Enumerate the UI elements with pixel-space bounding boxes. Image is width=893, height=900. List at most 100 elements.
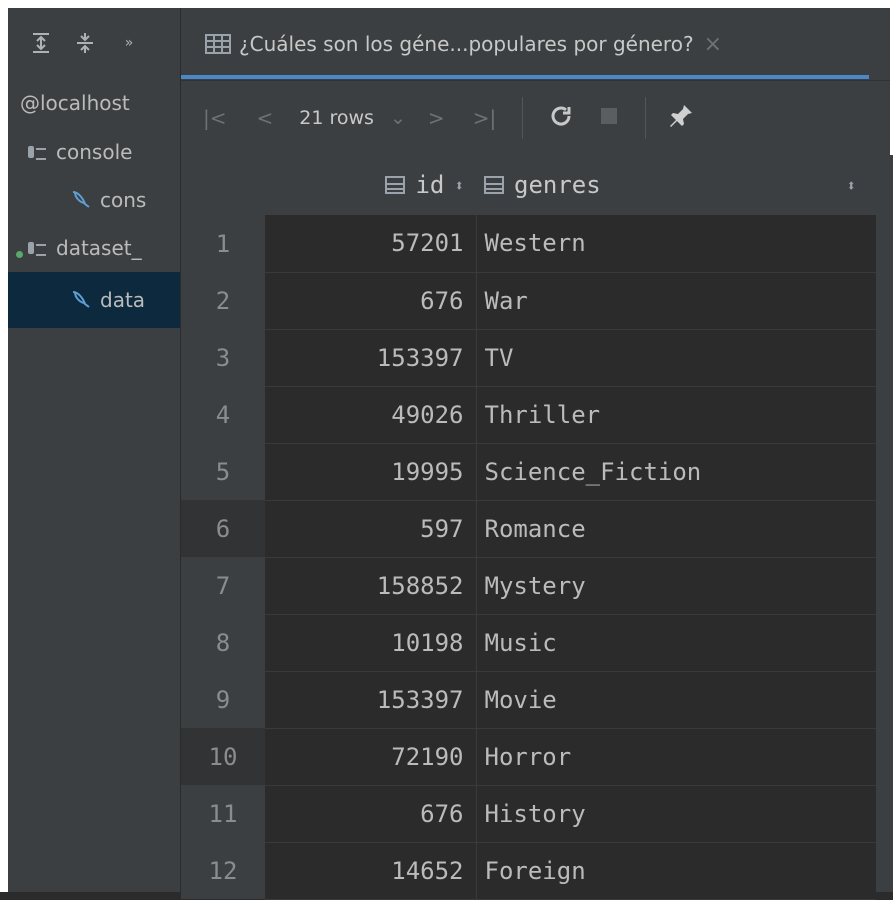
- chevron-down-icon: ⌄: [390, 107, 406, 129]
- tree-item-label: @localhost: [20, 91, 130, 115]
- table-row[interactable]: 12 14652 Foreign: [181, 842, 876, 900]
- row-number-cell[interactable]: 8: [181, 614, 265, 671]
- tree-item-localhost[interactable]: @localhost: [8, 78, 180, 128]
- genre-cell[interactable]: Thriller: [476, 386, 876, 444]
- row-number-cell[interactable]: 12: [181, 842, 265, 899]
- genre-cell[interactable]: Movie: [476, 671, 876, 729]
- connected-status-icon: [16, 251, 23, 258]
- tree-item-label: data: [100, 288, 146, 312]
- toolbar-divider: [645, 97, 647, 139]
- genre-cell[interactable]: War: [476, 272, 876, 330]
- genre-cell[interactable]: Western: [476, 215, 876, 273]
- tree-item-label: cons: [100, 188, 147, 212]
- first-page-icon[interactable]: |<: [203, 106, 227, 130]
- sort-icon[interactable]: ⬍: [454, 176, 464, 195]
- tree-item-label: dataset_: [56, 236, 142, 260]
- table-header-row: id ⬍ genres ⬍: [181, 155, 876, 215]
- row-number-cell[interactable]: 6: [181, 500, 265, 557]
- table-row[interactable]: 9 153397 Movie: [181, 671, 876, 729]
- window-frame-top: [0, 0, 893, 8]
- previous-page-icon[interactable]: <: [257, 106, 274, 130]
- column-header-label: id: [415, 171, 445, 199]
- table-row[interactable]: 1 57201 Western: [181, 215, 876, 273]
- id-cell[interactable]: 14652: [265, 842, 477, 900]
- column-header-id[interactable]: id ⬍: [265, 155, 476, 215]
- id-cell[interactable]: 57201: [265, 215, 477, 273]
- row-number-cell[interactable]: 10: [181, 728, 265, 785]
- id-cell[interactable]: 597: [265, 500, 477, 558]
- toolbar-divider: [522, 97, 524, 139]
- next-page-icon[interactable]: >: [428, 106, 445, 130]
- id-cell[interactable]: 10198: [265, 614, 477, 672]
- row-number-cell[interactable]: 4: [181, 386, 265, 443]
- tree-item-dataset-file[interactable]: data: [8, 272, 180, 328]
- column-icon: [484, 176, 504, 194]
- id-cell[interactable]: 72190: [265, 728, 477, 786]
- genre-cell[interactable]: Science_Fiction: [476, 443, 876, 501]
- project-sidebar: » @localhost console cons dataset_ data: [8, 8, 181, 892]
- id-cell[interactable]: 158852: [265, 557, 477, 615]
- active-tab-indicator: [181, 75, 869, 79]
- window-frame-left: [0, 0, 8, 892]
- row-count-dropdown[interactable]: 21 rows ⌄: [299, 107, 406, 129]
- table-row[interactable]: 5 19995 Science_Fiction: [181, 443, 876, 501]
- table-icon: [205, 34, 231, 54]
- genre-cell[interactable]: Music: [476, 614, 876, 672]
- row-number-cell[interactable]: 2: [181, 272, 265, 329]
- last-page-icon[interactable]: >|: [473, 106, 497, 130]
- row-number-cell[interactable]: 11: [181, 785, 265, 842]
- table-row[interactable]: 11 676 History: [181, 785, 876, 843]
- table-row[interactable]: 4 49026 Thriller: [181, 386, 876, 444]
- id-cell[interactable]: 676: [265, 272, 477, 330]
- tree-item-console[interactable]: console: [8, 128, 180, 176]
- row-number-cell[interactable]: 3: [181, 329, 265, 386]
- result-table: id ⬍ genres ⬍ 1 57201 Western 2 676 War 3 15339…: [181, 155, 876, 900]
- refresh-icon[interactable]: [549, 104, 573, 133]
- row-count-label: 21 rows: [299, 107, 374, 129]
- database-icon: [28, 145, 50, 160]
- genre-cell[interactable]: Foreign: [476, 842, 876, 900]
- table-row[interactable]: 7 158852 Mystery: [181, 557, 876, 615]
- column-header-label: genres: [514, 171, 601, 199]
- column-icon: [385, 176, 406, 194]
- tab-query-result[interactable]: ¿Cuáles son los géne...populares por gén…: [205, 8, 722, 80]
- row-number-cell[interactable]: 7: [181, 557, 265, 614]
- genre-cell[interactable]: History: [476, 785, 876, 843]
- column-header-genres[interactable]: genres ⬍: [476, 155, 876, 215]
- table-row[interactable]: 2 676 War: [181, 272, 876, 330]
- genre-cell[interactable]: TV: [476, 329, 876, 387]
- id-cell[interactable]: 49026: [265, 386, 477, 444]
- table-row[interactable]: 8 10198 Music: [181, 614, 876, 672]
- tree-item-dataset[interactable]: dataset_: [8, 224, 180, 272]
- table-row[interactable]: 10 72190 Horror: [181, 728, 876, 786]
- tree-item-label: console: [56, 140, 133, 164]
- close-icon[interactable]: ×: [704, 32, 722, 57]
- collapse-all-icon[interactable]: [74, 32, 96, 54]
- tree-item-console-file[interactable]: cons: [8, 176, 180, 224]
- table-row[interactable]: 6 597 Romance: [181, 500, 876, 558]
- row-number-cell[interactable]: 9: [181, 671, 265, 728]
- genre-cell[interactable]: Romance: [476, 500, 876, 558]
- id-cell[interactable]: 19995: [265, 443, 477, 501]
- genre-cell[interactable]: Mystery: [476, 557, 876, 615]
- mysql-dolphin-icon: [72, 191, 90, 208]
- database-icon: [28, 241, 50, 256]
- tab-title: ¿Cuáles son los géne...populares por gén…: [239, 32, 694, 56]
- result-toolbar: |< < 21 rows ⌄ > >|: [181, 81, 890, 155]
- database-tree: @localhost console cons dataset_ data: [8, 78, 180, 328]
- id-cell[interactable]: 153397: [265, 671, 477, 729]
- genre-cell[interactable]: Horror: [476, 728, 876, 786]
- sidebar-toolbar: »: [8, 8, 180, 78]
- id-cell[interactable]: 153397: [265, 329, 477, 387]
- result-grid: id ⬍ genres ⬍ 1 57201 Western 2 676 War 3 15339…: [181, 155, 893, 900]
- pin-tab-icon[interactable]: [668, 103, 694, 134]
- more-chevron-icon[interactable]: »: [118, 32, 140, 54]
- sort-icon[interactable]: ⬍: [846, 176, 856, 195]
- mysql-dolphin-icon: [72, 291, 90, 308]
- expand-all-icon[interactable]: [30, 32, 52, 54]
- table-row[interactable]: 3 153397 TV: [181, 329, 876, 387]
- row-number-cell[interactable]: 1: [181, 215, 265, 272]
- id-cell[interactable]: 676: [265, 785, 477, 843]
- stop-icon[interactable]: [599, 106, 619, 131]
- row-number-cell[interactable]: 5: [181, 443, 265, 500]
